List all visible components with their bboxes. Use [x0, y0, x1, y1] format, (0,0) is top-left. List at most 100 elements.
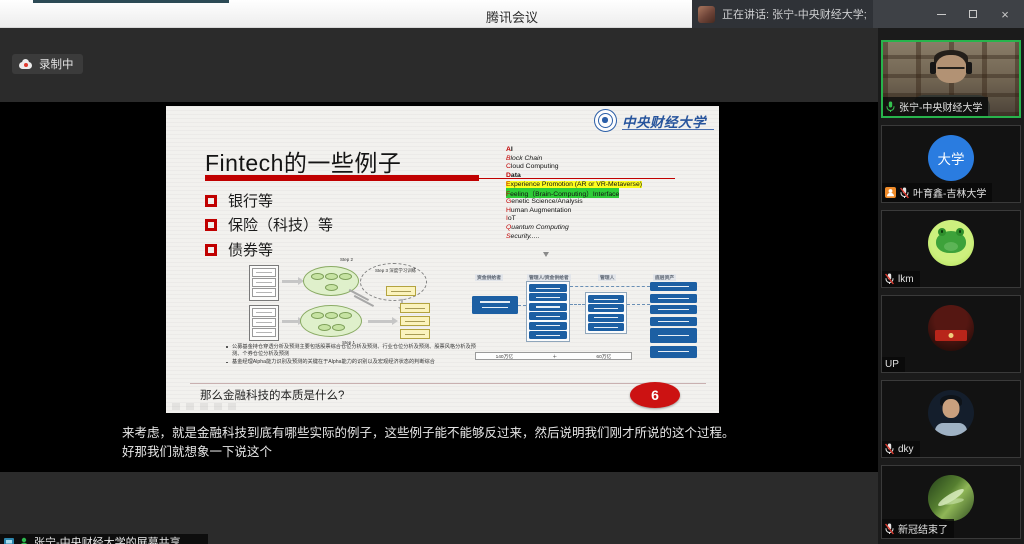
participant-label: lkm	[882, 271, 920, 287]
mic-muted-icon	[885, 443, 894, 455]
mouse-cursor-icon	[543, 252, 549, 257]
tech-item-human: Human Augmentation	[506, 206, 684, 215]
mini-ellipse	[332, 324, 345, 331]
minimize-icon	[937, 14, 946, 15]
bullet-square-icon	[205, 195, 217, 207]
participant-tile-lkm[interactable]: lkm	[881, 210, 1021, 288]
cloud-recording-icon	[19, 62, 32, 69]
participant-name: dky	[898, 444, 914, 455]
data-box	[529, 293, 567, 301]
close-icon: ×	[1001, 8, 1009, 21]
university-emblem-icon	[594, 109, 617, 132]
participant-tile-yeyuxin[interactable]: 大学 叶育鑫-吉林大学	[881, 125, 1021, 203]
caption-line-1: 来考虑，就是金融科技到底有哪些实际的例子，这些例子能不能够反过来，然后说明我们刚…	[122, 424, 822, 443]
slide-footer-divider	[190, 383, 706, 384]
slide-question: 那么金融科技的本质是什么?	[200, 387, 344, 403]
participant-name: 张宁-中央财经大学	[899, 99, 982, 114]
output-box	[386, 286, 416, 296]
flow-box	[252, 318, 276, 327]
participant-tile-dky[interactable]: dky	[881, 380, 1021, 458]
tech-item-cloud: Cloud Computing	[506, 162, 684, 171]
participant-name: 叶育鑫-吉林大学	[913, 185, 986, 200]
participants-sidebar[interactable]: 张宁-中央财经大学 大学 叶育鑫-吉林大学 lkm	[878, 28, 1024, 544]
maximize-icon	[969, 10, 977, 18]
mic-muted-icon	[885, 273, 894, 285]
participant-name: lkm	[898, 274, 914, 285]
person-silhouette	[938, 67, 965, 73]
flow-box	[252, 308, 276, 317]
host-badge-icon	[885, 187, 896, 198]
diagram-header: 管理人	[598, 274, 616, 281]
frog-eye	[956, 228, 964, 236]
diagram-header: 底层资产	[653, 274, 676, 281]
diagram-header: 管理人/资金供给者	[527, 274, 571, 281]
app-title: 腾讯会议	[486, 7, 538, 26]
mini-ellipse	[325, 273, 338, 280]
share-banner-label: 张宁-中央财经大学的屏幕共享	[34, 534, 181, 544]
connector-line	[570, 286, 650, 287]
ml-flowchart: Step 2 Step 3 深度学习训练 Step 1	[190, 254, 462, 354]
note-line: 基金经理Alpha能力识别及预测的关键在于Alpha能力的识别以及宏观经济状态的…	[226, 359, 478, 366]
flow-box	[252, 328, 276, 337]
bullet-square-icon	[205, 219, 217, 231]
speaker-avatar	[698, 6, 715, 23]
title-bar[interactable]	[0, 0, 692, 28]
step3-label: Step 3 深度学习训练	[375, 268, 416, 274]
data-box	[588, 314, 624, 322]
participant-name: 新冠结束了	[898, 521, 948, 536]
tech-item-data: Data	[506, 171, 684, 180]
arrow-right-icon	[282, 320, 298, 323]
university-logo: 中央财经大学	[594, 108, 716, 135]
data-box	[588, 323, 624, 331]
mini-ellipse	[339, 273, 352, 280]
mic-muted-icon	[900, 187, 909, 199]
slide-bullet-2: 保险（科技）等	[205, 214, 333, 235]
investors-box	[472, 296, 518, 314]
data-box	[529, 284, 567, 292]
avatar-text: 大学	[938, 148, 965, 168]
live-captions: 来考虑，就是金融科技到底有哪些实际的例子，这些例子能不能够反过来，然后说明我们刚…	[122, 424, 822, 462]
result-boxes	[400, 303, 430, 339]
arrow-right-icon	[368, 320, 392, 323]
avatar: 大学	[928, 135, 974, 181]
step2-label: Step 2	[340, 257, 353, 262]
diagram-header: 资金供给者	[475, 274, 503, 281]
output-box	[400, 303, 430, 313]
participant-label: 张宁-中央财经大学	[883, 97, 988, 116]
minimize-button[interactable]	[932, 5, 950, 23]
mini-ellipse	[318, 324, 331, 331]
manager-column	[526, 281, 570, 342]
participant-label: dky	[882, 441, 920, 457]
data-box	[650, 282, 697, 291]
caption-line-2: 好那我们就想象一下说这个	[122, 443, 822, 462]
flow-box	[252, 288, 276, 297]
participant-tile-up[interactable]: UP	[881, 295, 1021, 373]
connector-line	[627, 304, 650, 305]
tech-list: AI Block Chain Cloud Computing Data Expe…	[506, 145, 684, 241]
data-box	[650, 305, 697, 314]
headphones	[966, 62, 972, 74]
photo-shirt	[935, 423, 967, 436]
input-stack	[249, 265, 279, 301]
arrow-right-icon	[282, 280, 298, 283]
asset-column	[650, 282, 697, 358]
data-box	[529, 322, 567, 330]
maximize-button[interactable]	[964, 5, 982, 23]
headphones	[930, 62, 936, 74]
frog-face	[936, 231, 966, 253]
tech-item-blockchain: Block Chain	[506, 154, 684, 163]
total-value: 60万亿	[596, 353, 611, 360]
close-button[interactable]: ×	[996, 5, 1014, 23]
slide-notes: 公募基金持仓穿透分析及预测主要包括股票综合仓位分析及预测、行业仓位分析及预测、股…	[226, 344, 478, 368]
screen-share-banner[interactable]: 张宁-中央财经大学的屏幕共享	[0, 534, 208, 544]
flow-box	[252, 278, 276, 287]
logo-underline	[622, 129, 714, 130]
data-box	[588, 295, 624, 303]
model-cluster	[300, 305, 362, 337]
connector-line	[570, 304, 585, 305]
title-underline-bar	[205, 175, 479, 181]
participant-tile-xinguan[interactable]: 新冠结束了	[881, 465, 1021, 539]
recording-badge[interactable]: 录制中	[12, 54, 83, 74]
participant-tile-zhangning[interactable]: 张宁-中央财经大学	[881, 40, 1021, 118]
output-box	[400, 316, 430, 326]
